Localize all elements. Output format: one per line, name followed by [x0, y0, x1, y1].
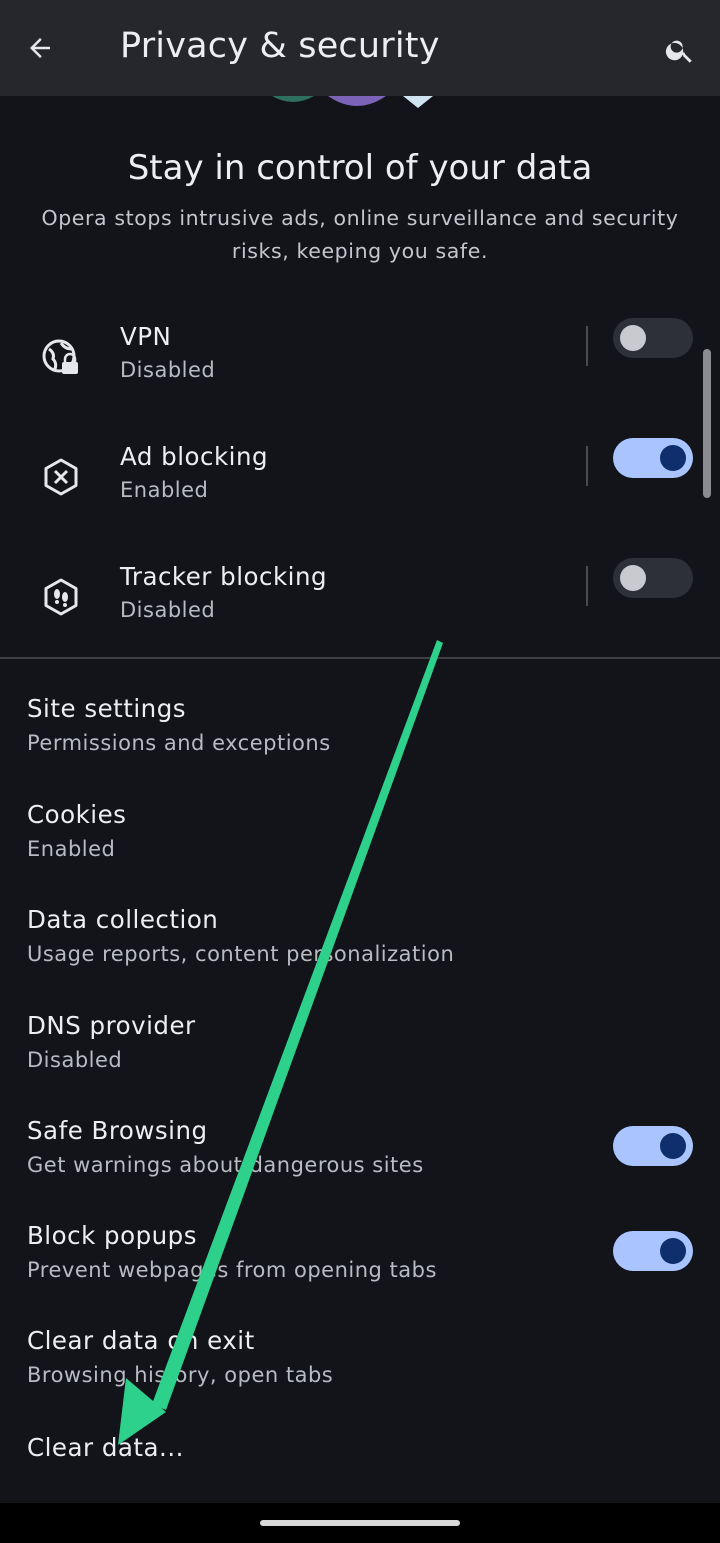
vpn-globe-lock-icon [38, 334, 84, 380]
vpn-row[interactable]: VPN Disabled [0, 314, 700, 414]
row-separator [586, 326, 588, 366]
row-separator [586, 566, 588, 606]
block-popups-sub: Prevent webpages from opening tabs [27, 1258, 437, 1282]
app-bar: Privacy & security [0, 0, 720, 96]
vpn-toggle[interactable] [613, 318, 693, 358]
page-title: Privacy & security [120, 26, 440, 66]
ad-block-icon [38, 454, 84, 500]
scrollbar[interactable] [703, 349, 711, 498]
vpn-status: Disabled [120, 358, 216, 382]
cookies-label: Cookies [27, 800, 127, 829]
hero-illustration [272, 96, 433, 108]
clear-data-on-exit-sub: Browsing history, open tabs [27, 1363, 334, 1387]
hero-subtitle: Opera stops intrusive ads, online survei… [41, 206, 679, 263]
site-settings-label: Site settings [27, 694, 187, 723]
toggle-knob [660, 1238, 686, 1264]
toggle-knob [660, 1133, 686, 1159]
tracker-blocking-toggle[interactable] [613, 558, 693, 598]
data-collection-sub: Usage reports, content personalization [27, 942, 455, 966]
clear-data-row[interactable]: Clear data... [0, 1433, 720, 1493]
clear-data-label: Clear data... [27, 1433, 184, 1462]
ad-blocking-status: Enabled [120, 478, 209, 502]
system-nav-bar [0, 1503, 720, 1543]
safe-browsing-row[interactable]: Safe Browsing Get warnings about dangero… [0, 1116, 720, 1206]
tracker-blocking-label: Tracker blocking [120, 562, 328, 591]
vpn-label: VPN [120, 322, 172, 351]
block-popups-row[interactable]: Block popups Prevent webpages from openi… [0, 1221, 720, 1311]
safe-browsing-label: Safe Browsing [27, 1116, 208, 1145]
clear-data-on-exit-row[interactable]: Clear data on exit Browsing history, ope… [0, 1326, 720, 1416]
safe-browsing-toggle[interactable] [613, 1126, 693, 1166]
ad-blocking-row[interactable]: Ad blocking Enabled [0, 434, 700, 534]
site-settings-sub: Permissions and exceptions [27, 731, 331, 755]
clear-data-on-exit-label: Clear data on exit [27, 1326, 255, 1355]
dns-provider-row[interactable]: DNS provider Disabled [0, 1011, 720, 1101]
block-popups-label: Block popups [27, 1221, 197, 1250]
section-divider [0, 657, 720, 659]
block-popups-toggle[interactable] [613, 1231, 693, 1271]
data-collection-label: Data collection [27, 905, 219, 934]
ad-blocking-label: Ad blocking [120, 442, 269, 471]
arrow-back-icon[interactable] [22, 30, 58, 66]
toggle-knob [660, 445, 686, 471]
tracker-block-icon [38, 574, 84, 620]
tracker-blocking-status: Disabled [120, 598, 216, 622]
search-icon[interactable] [660, 30, 700, 70]
dns-provider-label: DNS provider [27, 1011, 196, 1040]
toggle-knob [620, 325, 646, 351]
cookies-row[interactable]: Cookies Enabled [0, 800, 720, 890]
row-separator [586, 446, 588, 486]
site-settings-row[interactable]: Site settings Permissions and exceptions [0, 694, 720, 784]
cookies-sub: Enabled [27, 837, 116, 861]
tracker-blocking-row[interactable]: Tracker blocking Disabled [0, 554, 700, 654]
safe-browsing-sub: Get warnings about dangerous sites [27, 1153, 424, 1177]
data-collection-row[interactable]: Data collection Usage reports, content p… [0, 905, 720, 995]
hero-title: Stay in control of your data [127, 148, 593, 188]
ad-blocking-toggle[interactable] [613, 438, 693, 478]
toggle-knob [620, 565, 646, 591]
gesture-handle[interactable] [260, 1520, 460, 1526]
dns-provider-sub: Disabled [27, 1048, 123, 1072]
